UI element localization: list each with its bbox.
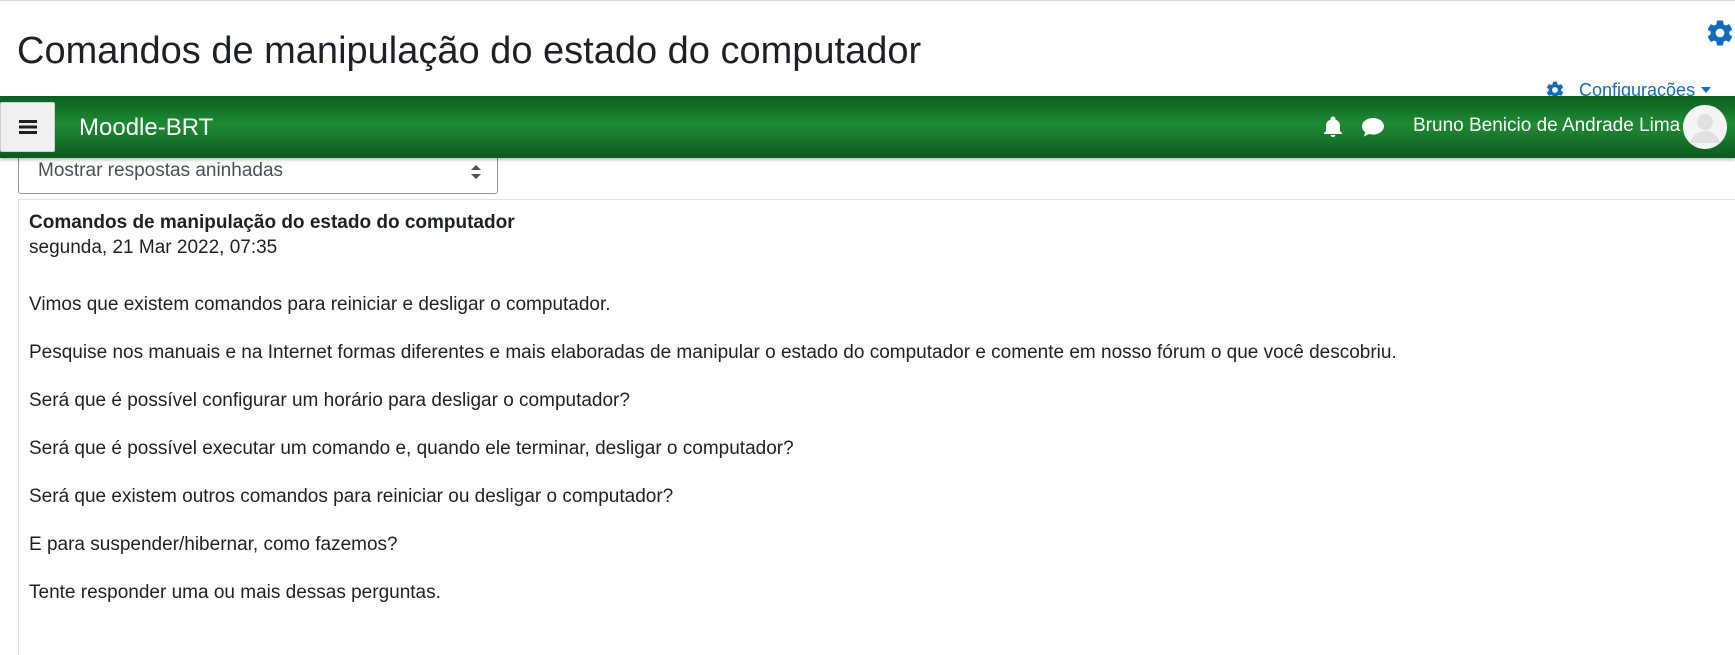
top-divider xyxy=(0,0,1735,1)
post-subject: Comandos de manipulação do estado do com… xyxy=(29,212,515,233)
sort-arrows-icon xyxy=(471,165,481,179)
navbar: Moodle-BRT Bruno Benicio de Andrade Lima xyxy=(0,96,1735,158)
post-paragraph: Vimos que existem comandos para reinicia… xyxy=(29,294,611,315)
user-menu-name[interactable]: Bruno Benicio de Andrade Lima xyxy=(1413,114,1680,138)
post-paragraph: Pesquise nos manuais e na Internet forma… xyxy=(29,342,1397,363)
drawer-toggle-button[interactable] xyxy=(0,102,55,152)
post-paragraph: Será que existem outros comandos para re… xyxy=(29,486,674,507)
avatar[interactable] xyxy=(1683,105,1727,149)
menu-icon xyxy=(18,120,37,134)
user-avatar-icon xyxy=(1683,105,1727,149)
post-paragraph: Tente responder uma ou mais dessas pergu… xyxy=(29,582,441,603)
display-mode-value: Mostrar respostas aninhadas xyxy=(38,160,284,181)
post-paragraph: Será que é possível configurar um horári… xyxy=(29,390,630,411)
gear-icon[interactable] xyxy=(1705,18,1735,48)
post-paragraph: E para suspender/hibernar, como fazemos? xyxy=(29,534,398,555)
site-brand-link[interactable]: Moodle-BRT xyxy=(79,114,213,142)
bell-icon[interactable] xyxy=(1321,115,1345,139)
forum-post: Comandos de manipulação do estado do com… xyxy=(18,199,1735,655)
caret-down-icon xyxy=(1701,87,1712,93)
post-paragraph: Será que é possível executar um comando … xyxy=(29,438,794,459)
post-body: Vimos que existem comandos para reinicia… xyxy=(29,293,1397,629)
page-title: Comandos de manipulação do estado do com… xyxy=(17,30,922,72)
chat-icon[interactable] xyxy=(1360,115,1386,139)
post-date: segunda, 21 Mar 2022, 07:35 xyxy=(29,237,278,258)
